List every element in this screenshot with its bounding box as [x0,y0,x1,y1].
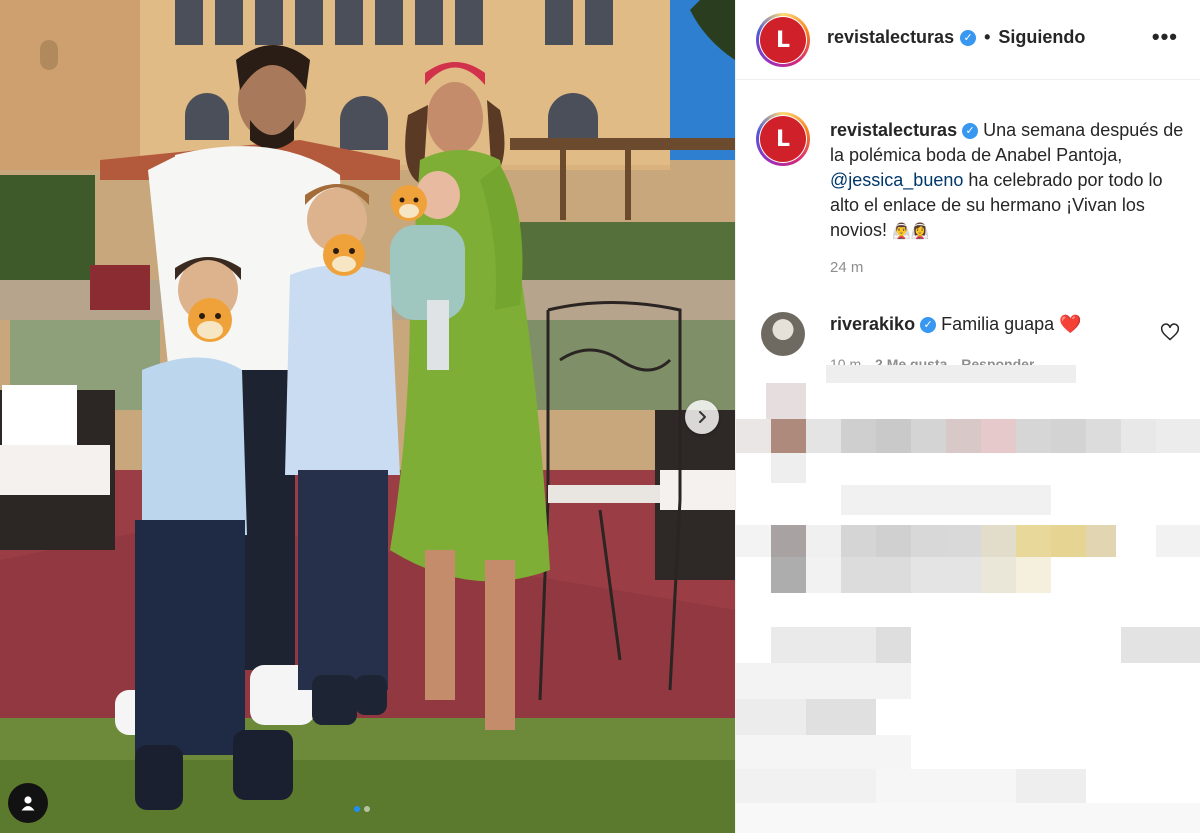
pixelation-mosaic [736,365,1200,833]
caption-username[interactable]: revistalecturas [830,120,957,140]
separator-dot: • [984,27,991,47]
commenter-username[interactable]: riverakiko [830,314,915,334]
comment-text: riverakiko ✓ Familia guapa ❤️ [830,314,1082,335]
verified-badge-icon: ✓ [960,29,977,46]
user-tag-icon [21,796,35,811]
lecturas-logo: L [760,116,806,162]
like-heart-icon[interactable] [1160,322,1180,342]
more-options-icon[interactable]: ••• [1152,24,1178,50]
heart-logo-icon: L [775,27,791,53]
pixelated-comments-area [736,365,1200,833]
red-heart-emoji-icon: ❤️ [1059,314,1082,335]
lecturas-logo: L [760,17,806,63]
family-photo [0,0,735,833]
mention-link[interactable]: @jessica_bueno [830,170,963,190]
carousel-indicator [354,806,370,812]
caption-text: revistalecturas ✓ Una semana después de … [830,118,1190,244]
chevron-right-icon [699,411,706,423]
carousel-dot-active [354,806,360,812]
author-username[interactable]: revistalecturas [827,27,954,48]
post-photo[interactable] [0,0,735,833]
heart-logo-icon: L [775,126,791,152]
comment-body: Familia guapa [941,314,1055,334]
post-sidebar: L revistalecturas ✓ • Siguiendo ••• L re… [735,0,1200,833]
carousel-dot [364,806,370,812]
caption-author-avatar[interactable]: L [756,112,810,166]
bride-emoji-icons: 👰‍♂️👰‍♀️ [892,222,930,240]
verified-badge-icon: ✓ [962,123,979,140]
commenter-avatar[interactable] [761,312,805,356]
following-button[interactable]: Siguiendo [998,27,1085,48]
post-timestamp[interactable]: 24 m [830,259,863,276]
tagged-users-button[interactable] [8,783,48,823]
verified-badge-icon: ✓ [920,317,937,334]
author-avatar[interactable]: L [756,13,810,67]
comment-item: riverakiko ✓ Familia guapa ❤️ 10 m 2 Me … [756,308,1196,368]
carousel-next-button[interactable] [685,400,719,434]
post-header: L revistalecturas ✓ • Siguiendo ••• [736,0,1200,80]
